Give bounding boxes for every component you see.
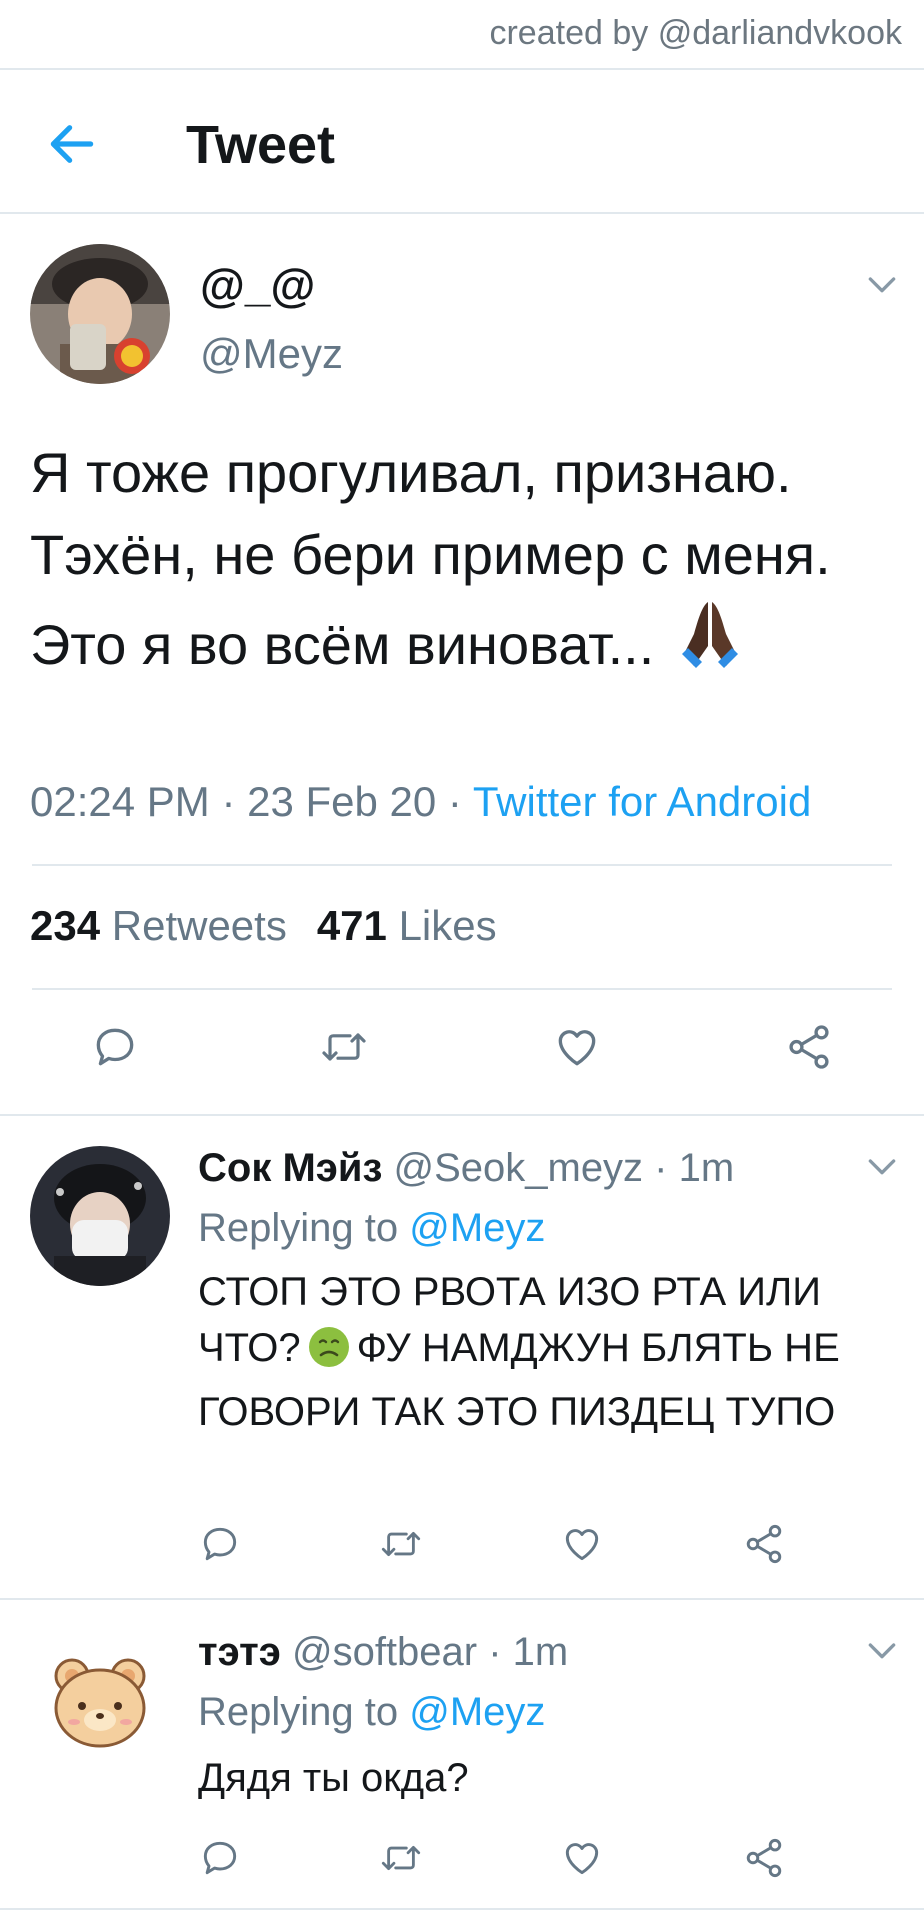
share-icon: [789, 1025, 829, 1069]
stats-top-divider: [32, 864, 892, 866]
reply-divider: [0, 1598, 924, 1600]
arrow-left-icon: [50, 125, 94, 163]
heart-icon: [558, 1030, 596, 1066]
heart-icon: [565, 1843, 599, 1875]
replying-to-label: Replying to: [198, 1690, 399, 1734]
replying-to-line: Replying to @Meyz: [198, 1690, 545, 1735]
reply-avatar[interactable]: [30, 1146, 170, 1286]
nauseated-face-icon: [307, 1325, 351, 1384]
replying-to-mention[interactable]: @Meyz: [409, 1690, 545, 1734]
tweet-meta: 02:24 PM · 23 Feb 20 · Twitter for Andro…: [30, 778, 811, 826]
reply-display-name[interactable]: тэтэ: [198, 1630, 281, 1674]
reply-options-button[interactable]: [862, 1146, 902, 1186]
like-button[interactable]: [552, 1022, 602, 1077]
bottom-divider: [0, 1908, 924, 1910]
main-tweet-bottom-divider: [0, 1114, 924, 1116]
retweets-count: 234: [30, 902, 101, 949]
header-bottom-divider: [0, 212, 924, 214]
replying-to-line: Replying to @Meyz: [198, 1206, 545, 1251]
tweet-text: Я тоже прогуливал, признаю. Тэхён, не бе…: [30, 432, 900, 694]
author-display-name[interactable]: @_@: [200, 258, 315, 312]
reply-button[interactable]: [90, 1022, 140, 1077]
folded-hands-icon: [672, 596, 748, 694]
author-avatar[interactable]: [30, 244, 170, 384]
reply-like-button[interactable]: [560, 1522, 604, 1571]
replying-to-mention[interactable]: @Meyz: [409, 1206, 545, 1250]
top-bar: Tweet: [0, 70, 924, 212]
reply-handle[interactable]: @softbear: [292, 1630, 477, 1674]
reply-reply-button[interactable]: [198, 1522, 242, 1571]
tweet-stats: 234 Retweets 471 Likes: [30, 902, 497, 950]
reply-icon: [203, 1841, 237, 1875]
meta-separator: ·: [209, 778, 248, 825]
likes-label: Likes: [398, 902, 497, 949]
tweet-time: 02:24 PM: [30, 778, 210, 825]
reply-share-button[interactable]: [742, 1836, 786, 1885]
watermark-credit: created by @darliandvkook: [489, 14, 902, 52]
reply-time: 1m: [512, 1630, 569, 1674]
share-icon: [746, 1838, 782, 1878]
tweet-options-button[interactable]: [862, 264, 902, 304]
reply-time-separator: ·: [643, 1146, 679, 1190]
retweets-stat[interactable]: 234 Retweets: [30, 902, 287, 949]
reply-options-button[interactable]: [862, 1630, 902, 1670]
reply-avatar[interactable]: [30, 1630, 170, 1770]
author-handle[interactable]: @Meyz: [200, 330, 343, 378]
chevron-down-icon: [868, 1643, 896, 1659]
page-title: Tweet: [186, 115, 336, 175]
retweet-icon: [322, 1033, 366, 1061]
reply-icon: [203, 1527, 237, 1561]
reply-author-line: тэтэ @softbear · 1m: [198, 1630, 568, 1675]
chevron-down-icon: [868, 1159, 896, 1175]
reply-author-line: Сок Мэйз @Seok_meyz · 1m: [198, 1146, 734, 1191]
back-button[interactable]: [44, 116, 100, 172]
reply-retweet-button[interactable]: [378, 1836, 424, 1885]
reply-like-button[interactable]: [560, 1836, 604, 1885]
retweets-label: Retweets: [111, 902, 287, 949]
reply-display-name[interactable]: Сок Мэйз: [198, 1146, 382, 1190]
meta-separator: ·: [436, 778, 473, 825]
tweet-source-link[interactable]: Twitter for Android: [473, 778, 811, 825]
replying-to-label: Replying to: [198, 1206, 399, 1250]
reply-time-separator: ·: [477, 1630, 513, 1674]
retweet-icon: [381, 1845, 421, 1871]
reply-text: Дядя ты окда?: [198, 1756, 469, 1800]
heart-icon: [565, 1529, 599, 1561]
reply-handle[interactable]: @Seok_meyz: [393, 1146, 643, 1190]
retweet-button[interactable]: [318, 1022, 370, 1077]
tweet-date: 23 Feb 20: [247, 778, 437, 825]
chevron-down-icon: [868, 277, 896, 293]
retweet-icon: [381, 1531, 421, 1557]
share-icon: [746, 1524, 782, 1564]
reply-icon: [96, 1028, 134, 1066]
reply-retweet-button[interactable]: [378, 1522, 424, 1571]
reply-reply-button[interactable]: [198, 1836, 242, 1885]
reply-time: 1m: [678, 1146, 735, 1190]
reply-text: СТОП ЭТО РВОТА ИЗО РТА ИЛИ ЧТО? ФУ НАМДЖ…: [198, 1264, 918, 1440]
stats-bottom-divider: [32, 988, 892, 990]
likes-stat[interactable]: 471 Likes: [317, 902, 497, 949]
share-button[interactable]: [784, 1022, 834, 1077]
reply-share-button[interactable]: [742, 1522, 786, 1571]
likes-count: 471: [316, 902, 387, 949]
